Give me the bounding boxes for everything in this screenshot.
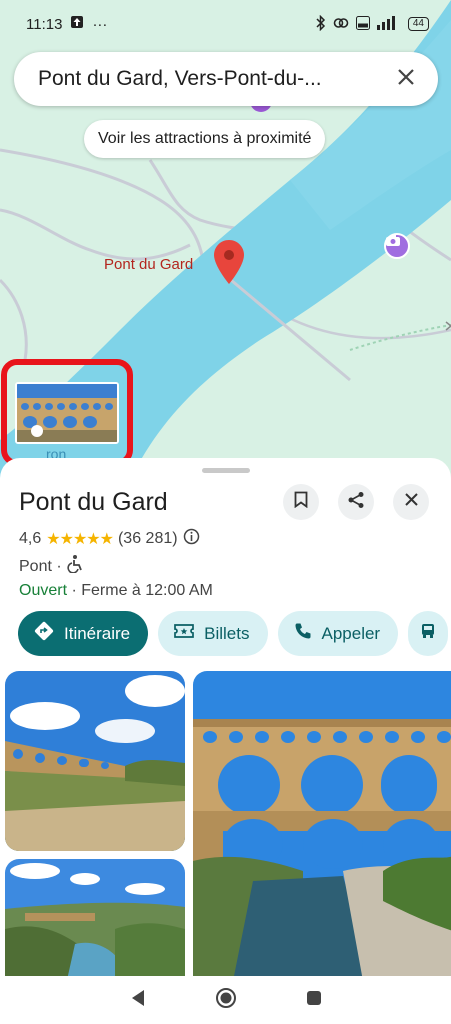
- photo-tile[interactable]: [193, 671, 451, 976]
- photo-thumbnail[interactable]: [15, 381, 119, 444]
- bluetooth-icon: [315, 14, 326, 34]
- upload-icon: [70, 15, 84, 33]
- wheelchair-accessible-icon: [67, 555, 83, 578]
- rating-value: 4,6: [19, 530, 42, 547]
- action-chips: Itinéraire Billets Appeler: [18, 611, 449, 656]
- link-icon: [333, 16, 349, 33]
- call-label: Appeler: [321, 623, 381, 643]
- closing-time: · Ferme à 12:00 AM: [67, 582, 213, 599]
- pin-label[interactable]: Pont du Gard: [104, 256, 193, 273]
- rating-stars: ★★★★★: [46, 531, 114, 548]
- opening-hours[interactable]: Ouvert · Ferme à 12:00 AM: [19, 582, 213, 600]
- system-nav-bar: [0, 976, 451, 1024]
- photo-tile[interactable]: [5, 671, 185, 851]
- more-action-button[interactable]: [408, 611, 449, 656]
- home-icon[interactable]: [215, 987, 237, 1014]
- photo-tile[interactable]: [5, 859, 185, 976]
- place-type-row: Pont ·: [19, 555, 83, 578]
- volte-icon: [355, 15, 370, 33]
- place-title: Pont du Gard: [19, 488, 168, 516]
- review-count[interactable]: (36 281): [118, 530, 178, 548]
- ticket-icon: [174, 623, 194, 644]
- close-icon[interactable]: [394, 65, 418, 93]
- search-bar[interactable]: Pont du Gard, Vers-Pont-du-...: [14, 52, 438, 106]
- photo-gallery[interactable]: [0, 671, 451, 976]
- tickets-label: Billets: [204, 623, 250, 643]
- status-time: 11:13: [26, 15, 63, 33]
- status-bar: 11:13 ··· 44: [0, 0, 451, 48]
- call-button[interactable]: Appeler: [277, 611, 399, 656]
- share-button[interactable]: [338, 484, 374, 520]
- place-bottom-sheet[interactable]: Pont du Gard 4,6 ★★★★★ (36 281) Pont · O…: [0, 458, 451, 976]
- directions-icon: [34, 621, 54, 646]
- save-button[interactable]: [283, 484, 319, 520]
- nearby-attractions-button[interactable]: Voir les attractions à proximité: [84, 120, 326, 158]
- more-notifications-icon: ···: [92, 15, 108, 33]
- search-query[interactable]: Pont du Gard, Vers-Pont-du-...: [38, 67, 394, 91]
- photo-thumbnail-highlight[interactable]: [1, 359, 133, 466]
- tickets-button[interactable]: Billets: [158, 611, 268, 656]
- directions-button[interactable]: Itinéraire: [18, 611, 149, 656]
- open-status: Ouvert: [19, 582, 68, 599]
- phone-icon: [294, 622, 312, 645]
- share-icon: [347, 491, 365, 514]
- camera-poi-icon[interactable]: [384, 233, 410, 259]
- drag-handle[interactable]: [202, 468, 250, 473]
- signal-icon: [376, 15, 401, 33]
- place-type: Pont ·: [19, 557, 62, 575]
- back-icon[interactable]: [130, 989, 146, 1012]
- bus-icon: [420, 623, 436, 644]
- rating-row[interactable]: 4,6 ★★★★★ (36 281): [19, 528, 200, 550]
- close-sheet-button[interactable]: [393, 484, 429, 520]
- bookmark-icon: [294, 491, 308, 513]
- info-icon[interactable]: [183, 528, 200, 550]
- recents-icon[interactable]: [306, 990, 322, 1011]
- battery-indicator: 44: [407, 17, 429, 31]
- directions-label: Itinéraire: [64, 623, 131, 643]
- close-icon: [404, 493, 418, 511]
